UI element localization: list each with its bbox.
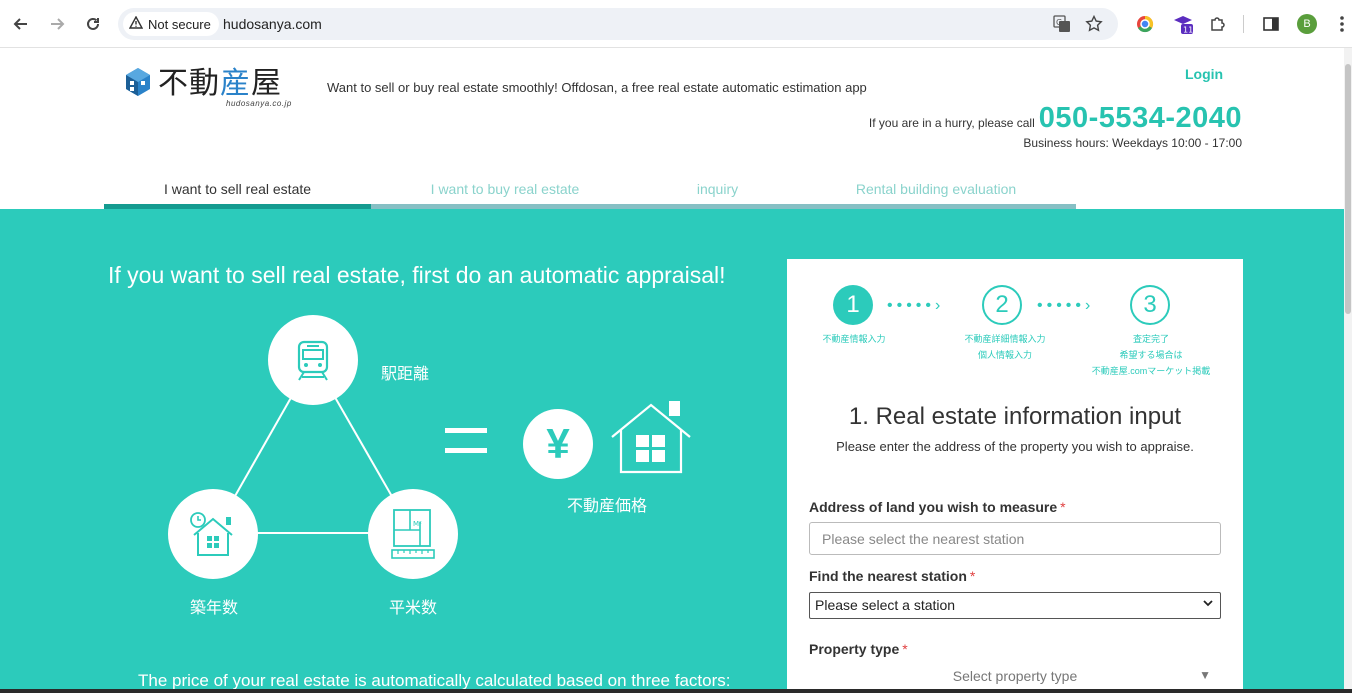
hero-title: If you want to sell real estate, first d… (108, 262, 726, 288)
security-label: Not secure (148, 16, 211, 32)
step-2-label: 不動産詳細情報入力 個人情報入力 (964, 334, 1046, 360)
forward-arrow-icon[interactable] (45, 12, 69, 36)
color-extension-icon[interactable] (1134, 13, 1156, 35)
back-arrow-icon[interactable] (9, 12, 33, 36)
station-select[interactable]: Please select a station (809, 592, 1221, 619)
tab-inquiry[interactable]: inquiry (639, 176, 796, 209)
train-circle (268, 315, 358, 405)
station-label: Find the nearest station * (809, 568, 976, 584)
profile-avatar[interactable]: B (1296, 13, 1318, 35)
address-label: Address of land you wish to measure * (809, 499, 1066, 515)
login-link[interactable]: Login (1185, 66, 1223, 82)
site-logo[interactable]: 不動産屋 hudosanya.co.jp (124, 66, 291, 108)
address-bar[interactable]: Not secure hudosanya.com G (118, 8, 1118, 40)
step-connector-2: •••••› (1037, 297, 1095, 314)
floorplan-icon: M² (391, 509, 435, 559)
tab-buy[interactable]: I want to buy real estate (371, 176, 639, 209)
browser-toolbar: Not secure hudosanya.com G 11 B (0, 0, 1352, 48)
chevron-down-icon (1203, 597, 1213, 611)
profile-initial: B (1297, 14, 1317, 34)
logo-subtitle: hudosanya.co.jp (226, 99, 292, 108)
reload-icon[interactable] (81, 12, 105, 36)
building-age-label: 築年数 (190, 600, 239, 617)
business-hours: Business hours: Weekdays 10:00 - 17:00 (1023, 136, 1242, 150)
yen-circle: ¥ (523, 409, 593, 479)
station-select-value: Please select a station (815, 597, 956, 613)
toolbar-divider (1243, 15, 1244, 33)
form-title: 1. Real estate information input (848, 403, 1182, 430)
hero-bottom-text: The price of your real estate is automat… (138, 671, 731, 690)
step-2-indicator: 2 (982, 285, 1022, 325)
graduation-extension-icon[interactable]: 11 (1172, 13, 1194, 35)
step-connector-1: •••••› (887, 297, 945, 314)
taskbar-strip (0, 689, 1352, 693)
url-text[interactable]: hudosanya.com (223, 16, 322, 32)
step-3-indicator: 3 (1130, 285, 1170, 325)
tab-rental-evaluation[interactable]: Rental building evaluation (796, 176, 1076, 209)
security-chip[interactable]: Not secure (123, 12, 219, 36)
bookmark-star-icon[interactable] (1084, 14, 1104, 34)
property-price-label: 不動産価格 (567, 498, 648, 515)
more-menu-icon[interactable] (1331, 13, 1352, 35)
address-input[interactable] (809, 522, 1221, 555)
appraisal-form-card: 1 •••••› 2 •••••› 3 不動産情報入力 不動産詳細情報入力 個人… (787, 259, 1243, 693)
svg-text:M²: M² (413, 520, 422, 528)
form-subtitle: Please enter the address of the property… (836, 439, 1194, 454)
page-scrollbar[interactable] (1344, 48, 1352, 693)
main-tabs: I want to sell real estate I want to buy… (104, 176, 1076, 209)
equals-sign (445, 428, 487, 468)
station-distance-label: 駅距離 (381, 366, 430, 383)
yen-icon: ¥ (546, 420, 570, 467)
phone-number[interactable]: 050-5534-2040 (1039, 102, 1242, 135)
call-prompt: If you are in a hurry, please call (868, 116, 1035, 130)
train-icon (297, 340, 329, 381)
translate-icon[interactable]: G (1052, 14, 1072, 34)
svg-text:G: G (1056, 18, 1062, 27)
svg-text:11: 11 (1183, 26, 1193, 35)
call-block: If you are in a hurry, please call 050-5… (869, 102, 1242, 135)
step-3-label: 査定完了 希望する場合は 不動産屋.comマーケット掲載 (1091, 334, 1211, 376)
caret-down-icon: ▼ (1199, 668, 1211, 682)
step-1-label: 不動産情報入力 (822, 334, 886, 344)
property-type-label: Property type * (809, 641, 908, 657)
house-clock-icon (190, 512, 233, 556)
area-circle: M² (368, 489, 458, 579)
scrollbar-thumb[interactable] (1345, 64, 1351, 314)
tab-sell[interactable]: I want to sell real estate (104, 176, 371, 209)
house-outline-icon (611, 401, 691, 474)
warning-icon (128, 15, 144, 32)
floor-area-label: 平米数 (389, 600, 438, 617)
side-panel-icon[interactable] (1260, 13, 1282, 35)
age-circle (168, 489, 258, 579)
extensions-puzzle-icon[interactable] (1207, 13, 1229, 35)
hero-section: If you want to sell real estate, first d… (0, 209, 1352, 693)
step-1-indicator: 1 (833, 285, 873, 325)
property-type-placeholder: Select property type (952, 668, 1078, 684)
site-tagline: Want to sell or buy real estate smoothly… (327, 80, 867, 95)
logo-house-icon (126, 68, 150, 96)
logo-wordmark: 不動産屋 (158, 66, 282, 101)
